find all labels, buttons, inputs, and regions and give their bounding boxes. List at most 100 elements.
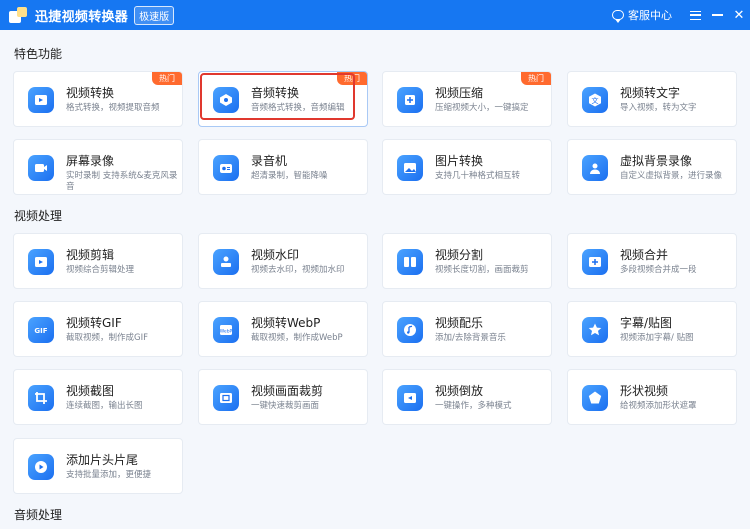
intro-outro-icon — [28, 454, 54, 480]
feature-card-desc: 视频添加字幕/ 贴图 — [620, 333, 694, 343]
feature-card-17[interactable]: 视频截图连续截图，输出长图 — [13, 369, 183, 425]
feature-card-desc: 一键操作，多种模式 — [435, 401, 512, 411]
svg-text:WebP: WebP — [220, 329, 233, 335]
edition-badge: 极速版 — [134, 5, 175, 25]
section-title-video: 视频处理 — [14, 209, 63, 223]
feature-card-desc: 支持批量添加，更便捷 — [66, 470, 152, 480]
feature-card-desc: 超清录制，智能降噪 — [251, 171, 328, 181]
video-merge-icon — [582, 249, 608, 275]
menu-button[interactable] — [684, 0, 706, 30]
feature-card-title: 视频转文字 — [620, 86, 681, 100]
feature-card-3[interactable]: 视频压缩压缩视频大小，一键搞定 热门 — [382, 71, 552, 127]
feature-card-12[interactable]: 视频合并多段视频合并成一段 — [567, 233, 737, 289]
feature-card-desc: 自定义虚拟背景，进行录像 — [620, 171, 723, 181]
image-convert-icon — [397, 155, 423, 181]
minimize-button[interactable] — [706, 0, 728, 30]
close-button[interactable]: ✕ — [728, 0, 750, 30]
selection-outline — [200, 73, 355, 120]
feature-card-21[interactable]: 添加片头片尾支持批量添加，更便捷 — [13, 438, 183, 494]
music-icon — [397, 317, 423, 343]
feature-card-desc: 支持几十种格式相互转 — [435, 171, 521, 181]
support-center-button[interactable]: 客服中心 — [612, 7, 672, 23]
hot-badge: 热门 — [521, 72, 551, 85]
feature-card-desc: 连续截图，输出长图 — [66, 401, 143, 411]
section-title-featured: 特色功能 — [14, 47, 63, 61]
hot-badge: 热门 — [152, 72, 182, 85]
feature-card-title: 视频水印 — [251, 248, 300, 262]
feature-card-15[interactable]: 视频配乐添加/去除背景音乐 — [382, 301, 552, 357]
feature-card-desc: 导入视频，转为文字 — [620, 103, 697, 113]
chat-icon — [612, 10, 624, 23]
feature-card-title: 屏幕录像 — [66, 154, 115, 168]
feature-card-title: 形状视频 — [620, 384, 669, 398]
video-to-text-icon: 文 — [582, 87, 608, 113]
feature-card-6[interactable]: 录音机超清录制，智能降噪 — [198, 139, 368, 195]
feature-card-title: 视频转WebP — [251, 316, 321, 330]
video-convert-icon — [28, 87, 54, 113]
feature-card-title: 视频压缩 — [435, 86, 484, 100]
feature-card-13[interactable]: GIF 视频转GIF 截取视频，制作成GIF — [13, 301, 183, 357]
feature-card-title: 视频合并 — [620, 248, 669, 262]
feature-card-title: 字幕/贴图 — [620, 316, 673, 330]
feature-card-desc: 视频长度切割，画面裁剪 — [435, 265, 529, 275]
video-edit-icon — [28, 249, 54, 275]
svg-text:文: 文 — [592, 96, 599, 105]
feature-card-4[interactable]: 文 视频转文字导入视频，转为文字 — [567, 71, 737, 127]
feature-card-title: 录音机 — [251, 154, 288, 168]
feature-card-desc: 视频综合剪辑处理 — [66, 265, 135, 275]
feature-card-8[interactable]: 虚拟背景录像自定义虚拟背景，进行录像 — [567, 139, 737, 195]
screen-record-icon — [28, 155, 54, 181]
feature-card-title: 视频分割 — [435, 248, 484, 262]
feature-card-16[interactable]: 字幕/贴图视频添加字幕/ 贴图 — [567, 301, 737, 357]
feature-card-title: 图片转换 — [435, 154, 484, 168]
webp-icon: WebP — [213, 317, 239, 343]
feature-card-title: 添加片头片尾 — [66, 453, 139, 467]
feature-card-title: 视频画面裁剪 — [251, 384, 324, 398]
menu-icon — [689, 10, 701, 20]
support-label: 客服中心 — [628, 9, 672, 22]
shape-video-icon — [582, 385, 608, 411]
feature-card-1[interactable]: 视频转换格式转换，视频提取音频 热门 — [13, 71, 183, 127]
feature-card-title: 视频截图 — [66, 384, 115, 398]
feature-card-desc: 添加/去除背景音乐 — [435, 333, 506, 343]
feature-card-20[interactable]: 形状视频给视频添加形状遮罩 — [567, 369, 737, 425]
feature-card-11[interactable]: 视频分割视频长度切割，画面裁剪 — [382, 233, 552, 289]
close-icon: ✕ — [733, 7, 745, 23]
feature-card-desc: 视频去水印，视频加水印 — [251, 265, 345, 275]
feature-card-title: 虚拟背景录像 — [620, 154, 693, 168]
feature-card-10[interactable]: 视频水印视频去水印，视频加水印 — [198, 233, 368, 289]
feature-card-desc: 多段视频合并成一段 — [620, 265, 697, 275]
feature-card-title: 视频转GIF — [66, 316, 122, 330]
recorder-icon — [213, 155, 239, 181]
feature-card-desc: 一键快速裁剪画面 — [251, 401, 320, 411]
feature-card-desc: 格式转换，视频提取音频 — [66, 103, 160, 113]
svg-text:GIF: GIF — [34, 327, 47, 335]
watermark-icon — [213, 249, 239, 275]
feature-card-18[interactable]: 视频画面裁剪一键快速裁剪画面 — [198, 369, 368, 425]
feature-card-19[interactable]: 视频倒放一键操作，多种模式 — [382, 369, 552, 425]
feature-card-14[interactable]: WebP 视频转WebP 截取视频，制作成WebP — [198, 301, 368, 357]
feature-card-desc: 实时录制 支持系统&麦克风录音 — [66, 171, 178, 192]
feature-card-7[interactable]: 图片转换支持几十种格式相互转 — [382, 139, 552, 195]
feature-card-desc: 截取视频，制作成GIF — [66, 333, 148, 343]
virtual-bg-icon — [582, 155, 608, 181]
feature-card-title: 视频剪辑 — [66, 248, 115, 262]
app-logo-icon — [9, 7, 27, 23]
feature-card-desc: 截取视频，制作成WebP — [251, 333, 343, 343]
minimize-icon — [711, 14, 723, 16]
feature-card-title: 视频配乐 — [435, 316, 484, 330]
section-title-audio: 音频处理 — [14, 508, 63, 522]
feature-card-desc: 给视频添加形状遮罩 — [620, 401, 697, 411]
feature-card-desc: 压缩视频大小，一键搞定 — [435, 103, 529, 113]
gif-icon: GIF — [28, 317, 54, 343]
feature-card-9[interactable]: 视频剪辑视频综合剪辑处理 — [13, 233, 183, 289]
feature-card-title: 视频倒放 — [435, 384, 484, 398]
feature-card-title: 视频转换 — [66, 86, 115, 100]
crop-icon — [213, 385, 239, 411]
subtitle-icon — [582, 317, 608, 343]
reverse-icon — [397, 385, 423, 411]
screenshot-icon — [28, 385, 54, 411]
feature-card-5[interactable]: 屏幕录像实时录制 支持系统&麦克风录音 — [13, 139, 183, 195]
video-compress-icon — [397, 87, 423, 113]
app-title: 迅捷视频转换器 — [35, 9, 129, 25]
